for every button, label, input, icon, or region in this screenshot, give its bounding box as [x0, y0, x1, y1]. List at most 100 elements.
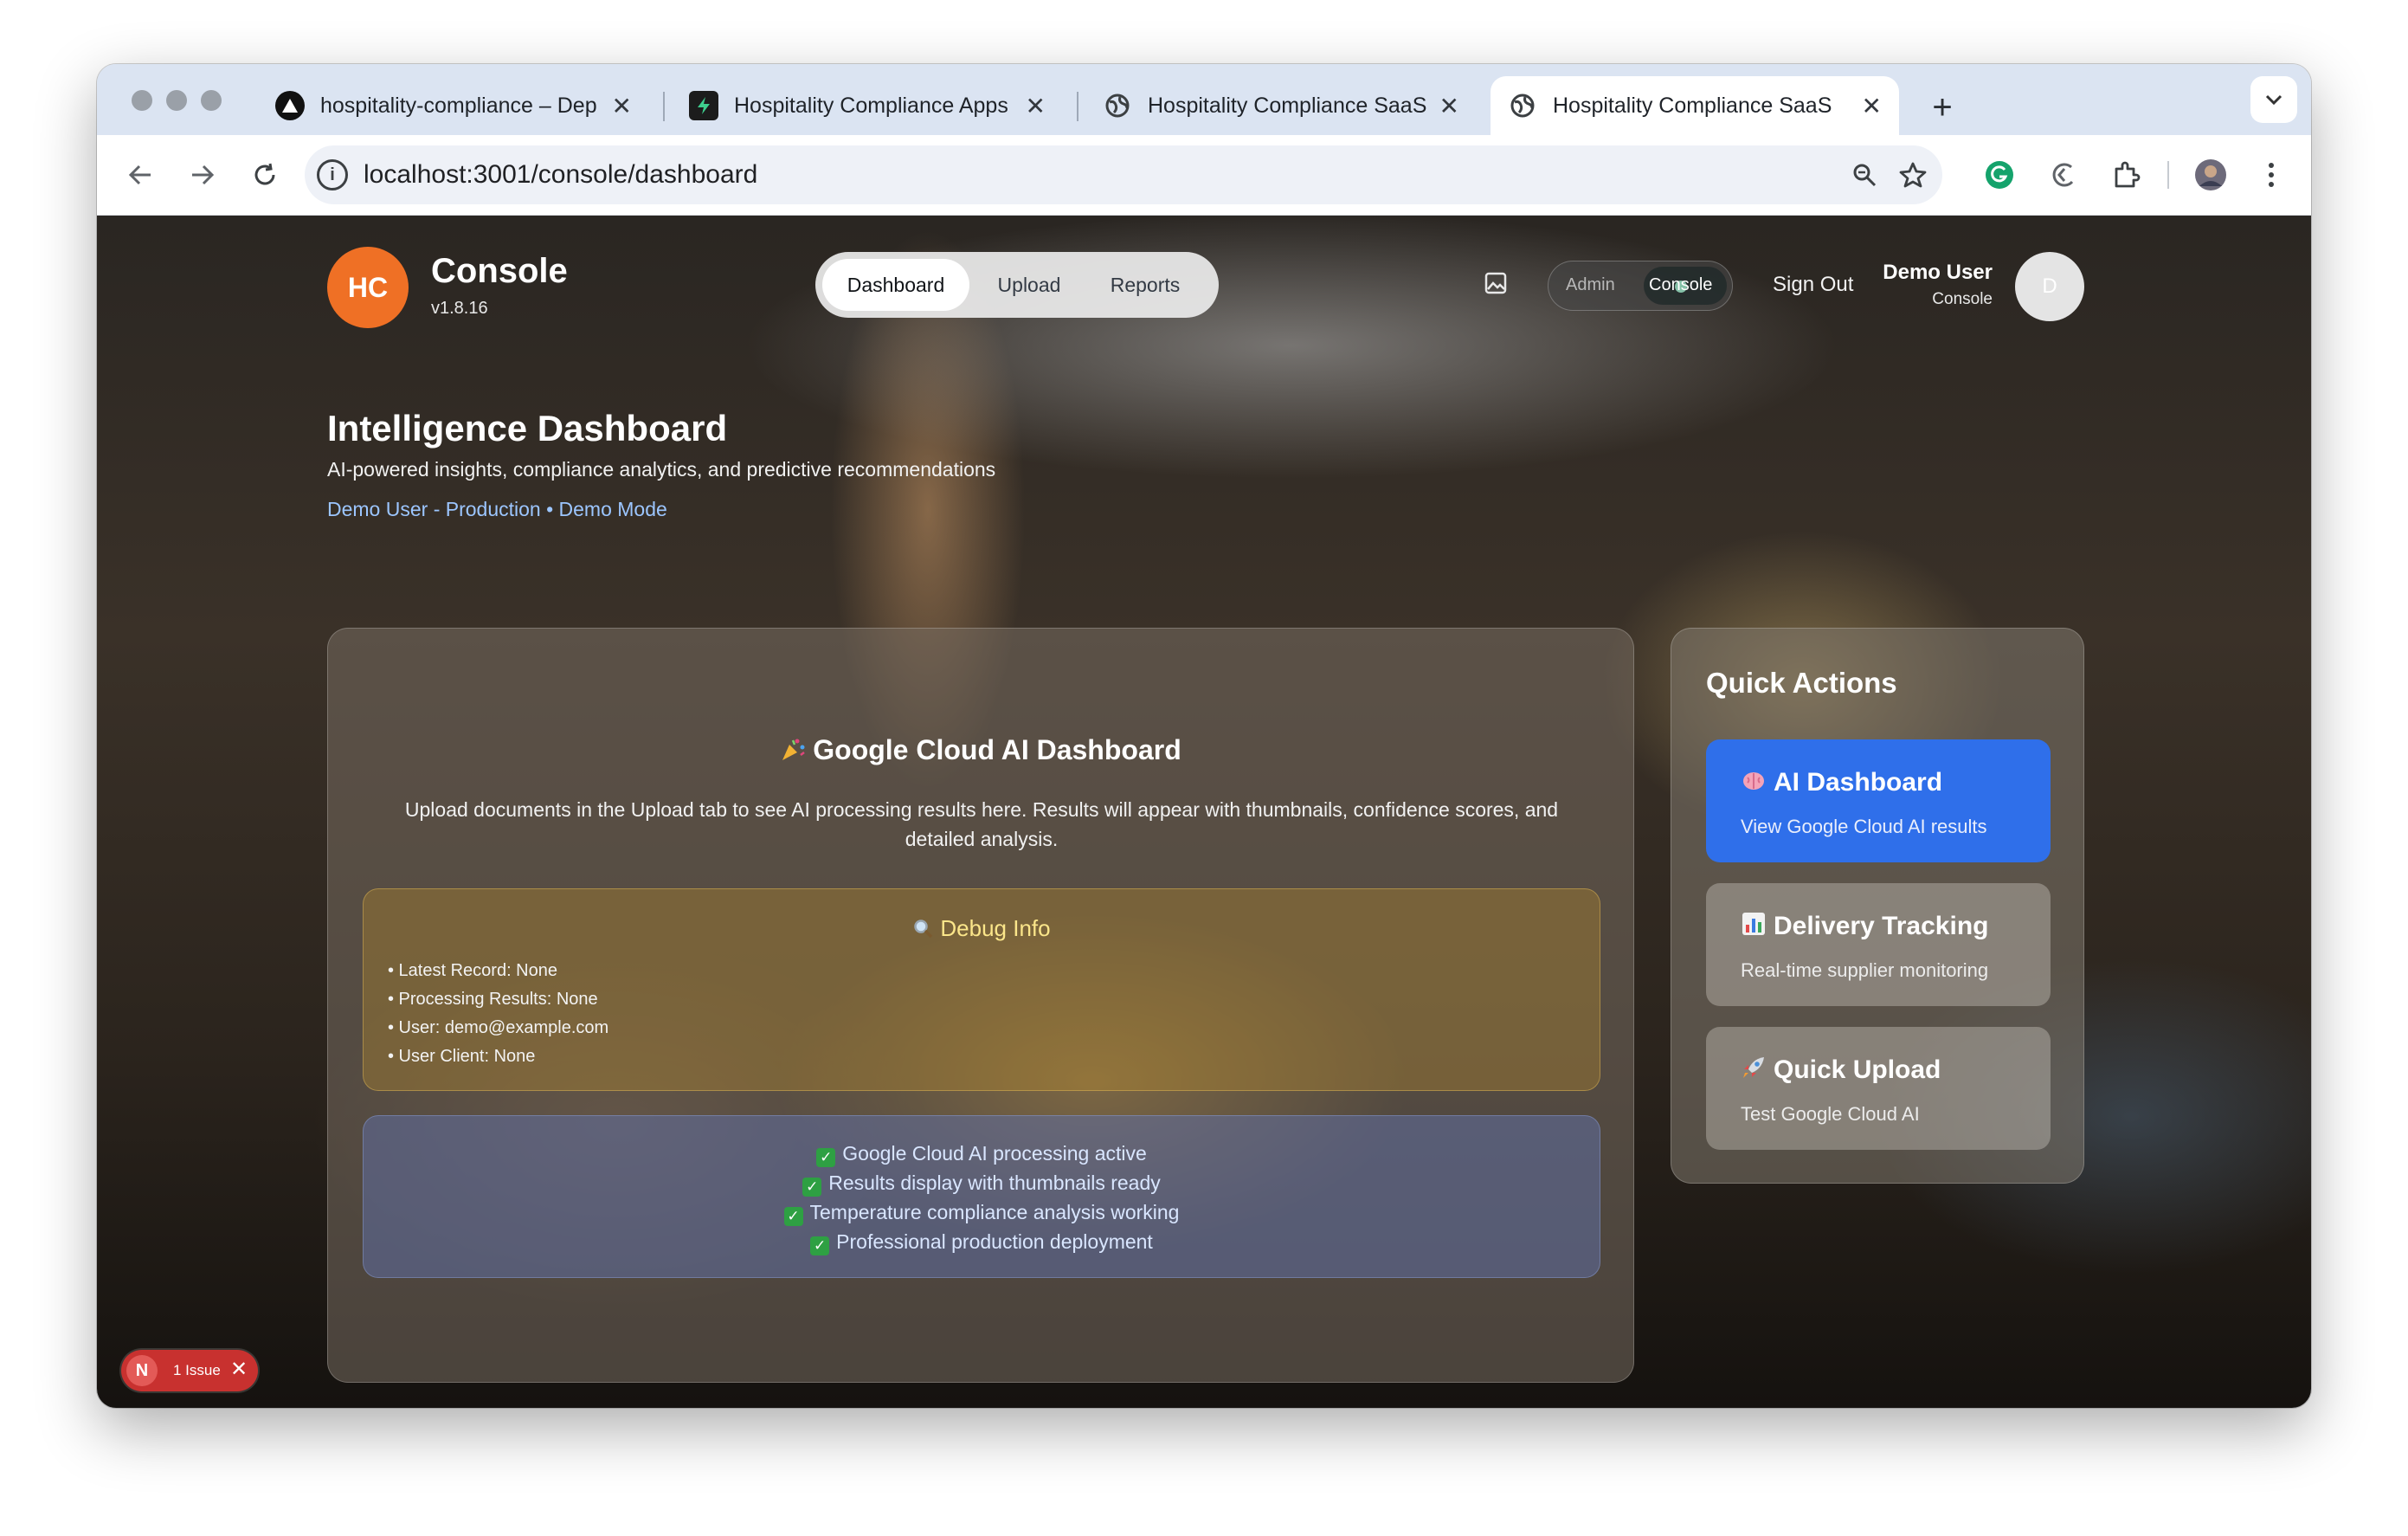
close-icon[interactable]: ✕ — [1026, 92, 1046, 120]
app-title: Console — [431, 252, 568, 290]
tab-strip: hospitality-compliance – Dep ✕ Hospitali… — [97, 64, 2311, 135]
nav-reports[interactable]: Reports — [1089, 259, 1201, 311]
party-popper-icon — [782, 739, 805, 760]
nextjs-logo-icon: N — [126, 1355, 158, 1386]
tab-compliance-apps[interactable]: Hospitality Compliance Apps ✕ — [672, 76, 1063, 135]
status-text: Temperature compliance analysis working — [809, 1201, 1180, 1223]
nav-dashboard[interactable]: Dashboard — [822, 259, 969, 311]
action-title-text: AI Dashboard — [1774, 768, 1943, 797]
status-item: ✓ Google Cloud AI processing active — [364, 1139, 1600, 1168]
rocket-icon — [1743, 1057, 1764, 1078]
arrow-left-icon — [128, 165, 151, 185]
page-content: HC Console v1.8.16 Dashboard Upload Repo… — [97, 216, 2311, 1408]
profile-avatar[interactable] — [2188, 152, 2233, 197]
reload-icon — [254, 163, 275, 185]
chevron-down-icon — [2265, 94, 2282, 106]
card-title-text: Google Cloud AI Dashboard — [813, 734, 1181, 765]
action-subtitle: View Google Cloud AI results — [1741, 816, 1987, 837]
debug-user: • User: demo@example.com — [388, 1018, 609, 1037]
avatar[interactable]: D — [2015, 252, 2084, 321]
back-button[interactable] — [118, 152, 163, 197]
debug-list: • Latest Record: None • Processing Resul… — [388, 957, 608, 1071]
bar-chart-icon — [1742, 913, 1765, 935]
sign-out-button[interactable]: Sign Out — [1773, 273, 1853, 297]
quick-actions-panel: Quick Actions AI Dashboard View Google C… — [1671, 628, 2084, 1184]
status-text: Professional production deployment — [836, 1230, 1153, 1253]
admin-console-toggle[interactable]: Admin Console — [1548, 261, 1733, 311]
minimize-window-button[interactable] — [166, 90, 187, 111]
check-icon: ✓ — [783, 1207, 803, 1226]
close-icon[interactable]: ✕ — [230, 1357, 248, 1382]
site-info-icon[interactable]: i — [317, 159, 348, 190]
tab-title: Hospitality Compliance SaaS — [1553, 93, 1832, 118]
ai-dashboard-action[interactable]: AI Dashboard View Google Cloud AI result… — [1706, 739, 2051, 862]
action-title: Quick Upload — [1741, 1055, 1941, 1085]
tab-search-button[interactable] — [2250, 76, 2297, 123]
ai-dashboard-card: Google Cloud AI Dashboard Upload documen… — [327, 628, 1634, 1383]
card-title: Google Cloud AI Dashboard — [328, 734, 1633, 766]
quick-upload-action[interactable]: Quick Upload Test Google Cloud AI — [1706, 1027, 2051, 1150]
action-title-text: Quick Upload — [1774, 1055, 1941, 1084]
status-item: ✓ Temperature compliance analysis working — [364, 1197, 1600, 1227]
vercel-icon — [275, 91, 305, 120]
bookmark-star-icon[interactable] — [1892, 154, 1934, 196]
mode-console-option[interactable]: Console — [1649, 275, 1712, 295]
status-item: ✓ Results display with thumbnails ready — [364, 1168, 1600, 1197]
toolbar-divider — [2167, 161, 2169, 189]
globe-icon — [1103, 91, 1132, 120]
zoom-icon[interactable] — [1844, 154, 1885, 196]
close-window-button[interactable] — [132, 90, 152, 111]
zoom-window-button[interactable] — [201, 90, 222, 111]
more-menu-icon[interactable] — [2249, 152, 2294, 197]
check-icon: ✓ — [802, 1178, 822, 1197]
address-bar[interactable]: i localhost:3001/console/dashboard — [305, 145, 1942, 204]
card-description: Upload documents in the Upload tab to se… — [404, 798, 1559, 850]
app-logo[interactable]: HC — [327, 247, 409, 328]
magnifier-icon — [914, 920, 933, 939]
close-icon[interactable]: ✕ — [612, 92, 632, 120]
extension-icon[interactable] — [2041, 152, 2086, 197]
new-tab-button[interactable]: + — [1916, 81, 1968, 133]
status-panel: ✓ Google Cloud AI processing active ✓ Resu… — [363, 1115, 1600, 1278]
debug-title-text: Debug Info — [940, 915, 1051, 941]
delivery-tracking-action[interactable]: Delivery Tracking Real-time supplier mon… — [1706, 883, 2051, 1006]
browser-window: hospitality-compliance – Dep ✕ Hospitali… — [97, 64, 2311, 1408]
close-icon[interactable]: ✕ — [1862, 92, 1882, 120]
action-subtitle: Real-time supplier monitoring — [1741, 959, 1989, 981]
issues-badge[interactable]: N 1 Issue ✕ — [121, 1350, 258, 1391]
status-list: ✓ Google Cloud AI processing active ✓ Resu… — [364, 1139, 1600, 1256]
action-title: AI Dashboard — [1741, 767, 1942, 797]
tab-compliance-saas-active[interactable]: Hospitality Compliance SaaS ✕ — [1491, 76, 1899, 135]
tab-title: hospitality-compliance – Dep — [320, 93, 597, 118]
user-name: Demo User — [1883, 261, 1993, 284]
debug-processing-results: • Processing Results: None — [388, 990, 598, 1009]
quick-actions-title: Quick Actions — [1706, 667, 1897, 699]
nav-upload[interactable]: Upload — [982, 259, 1077, 311]
mode-admin-option[interactable]: Admin — [1566, 275, 1615, 295]
debug-latest-record: • Latest Record: None — [388, 961, 557, 980]
action-title: Delivery Tracking — [1741, 911, 1988, 941]
page-title: Intelligence Dashboard — [327, 408, 728, 449]
address-url[interactable]: localhost:3001/console/dashboard — [364, 160, 757, 190]
debug-info-panel: Debug Info • Latest Record: None • Proce… — [363, 888, 1600, 1091]
debug-user-client: • User Client: None — [388, 1047, 536, 1066]
main-nav: Dashboard Upload Reports — [815, 252, 1219, 318]
status-text: Results display with thumbnails ready — [828, 1171, 1161, 1194]
status-item: ✓ Professional production deployment — [364, 1227, 1600, 1256]
action-subtitle: Test Google Cloud AI — [1741, 1103, 1920, 1125]
image-icon[interactable] — [1484, 271, 1508, 295]
page-subtitle: AI-powered insights, compliance analytic… — [327, 458, 996, 481]
browser-toolbar: i localhost:3001/console/dashboard — [97, 135, 2311, 216]
puzzle-icon[interactable] — [2103, 152, 2148, 197]
brain-icon — [1743, 772, 1764, 790]
tab-divider — [1077, 92, 1078, 121]
globe-icon — [1508, 91, 1537, 120]
status-text: Google Cloud AI processing active — [842, 1142, 1147, 1165]
issues-count[interactable]: 1 Issue — [173, 1362, 221, 1379]
tab-compliance-saas[interactable]: Hospitality Compliance SaaS ✕ — [1085, 76, 1477, 135]
tab-hospitality-compliance-deploy[interactable]: hospitality-compliance – Dep ✕ — [258, 76, 649, 135]
reload-button[interactable] — [242, 152, 287, 197]
close-icon[interactable]: ✕ — [1439, 92, 1459, 120]
forward-button[interactable] — [180, 152, 225, 197]
grammarly-extension-icon[interactable] — [1977, 152, 2022, 197]
